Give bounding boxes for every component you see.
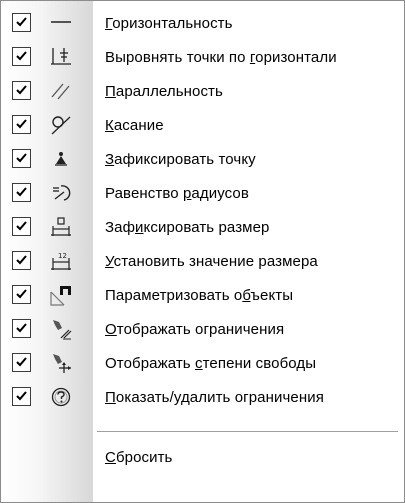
- checkbox[interactable]: [12, 353, 31, 372]
- menu-item-align-points-horizontal[interactable]: Выровнять точки по горизонтали: [1, 41, 404, 75]
- menu-item-label: Горизонтальность: [105, 15, 233, 32]
- menu-item-parametrize-objects[interactable]: Параметризовать объекты: [1, 279, 404, 313]
- menu-item-label: Отображать ограничения: [105, 321, 285, 338]
- menu-item-label: Сбросить: [105, 449, 173, 466]
- constraints-context-menu: Горизонтальность Выровнять точки по гори…: [0, 0, 405, 503]
- menu-item-show-dof[interactable]: Отображать степени свободы: [1, 347, 404, 381]
- menu-item-label: Параметризовать объекты: [105, 287, 294, 304]
- show-delete-constraints-icon: [50, 386, 72, 408]
- parametrize-icon: [50, 284, 72, 306]
- align-points-horizontal-icon: [50, 46, 72, 68]
- menu-item-label: Отображать степени свободы: [105, 355, 317, 372]
- checkbox[interactable]: [12, 149, 31, 168]
- tangency-icon: [50, 114, 72, 136]
- menu-item-label: Установить значение размера: [105, 253, 318, 270]
- menu-item-label: Зафиксировать размер: [105, 219, 270, 236]
- fix-dimension-icon: [50, 216, 72, 238]
- checkbox[interactable]: [12, 183, 31, 202]
- svg-text:12: 12: [58, 252, 67, 260]
- menu-item-set-dimension-value[interactable]: 12 Установить значение размера: [1, 245, 404, 279]
- menu-item-label: Показать/удалить ограничения: [105, 389, 324, 406]
- menu-item-label: Касание: [105, 117, 164, 134]
- checkbox[interactable]: [12, 47, 31, 66]
- menu-item-parallel[interactable]: Параллельность: [1, 75, 404, 109]
- checkbox[interactable]: [12, 285, 31, 304]
- menu-item-label: Выровнять точки по горизонтали: [105, 49, 337, 66]
- checkbox[interactable]: [12, 251, 31, 270]
- fix-point-icon: [50, 148, 72, 170]
- menu-separator: [97, 431, 398, 433]
- checkbox[interactable]: [12, 81, 31, 100]
- menu-item-label: Параллельность: [105, 83, 223, 100]
- menu-item-fix-point[interactable]: Зафиксировать точку: [1, 143, 404, 177]
- set-dimension-value-icon: 12: [50, 250, 72, 272]
- equal-radius-icon: [50, 182, 72, 204]
- checkbox[interactable]: [12, 115, 31, 134]
- menu-item-horizontal[interactable]: Горизонтальность: [1, 7, 404, 41]
- parallel-lines-icon: [50, 80, 72, 102]
- horizontal-line-icon: [50, 12, 72, 34]
- show-dof-icon: [50, 352, 72, 374]
- menu-item-fix-dimension[interactable]: Зафиксировать размер: [1, 211, 404, 245]
- menu-item-tangency[interactable]: Касание: [1, 109, 404, 143]
- menu-item-label: Равенство радиусов: [105, 185, 249, 202]
- checkbox[interactable]: [12, 13, 31, 32]
- menu-item-label: Зафиксировать точку: [105, 151, 256, 168]
- menu-item-show-constraints[interactable]: Отображать ограничения: [1, 313, 404, 347]
- checkbox[interactable]: [12, 319, 31, 338]
- menu-item-equal-radii[interactable]: Равенство радиусов: [1, 177, 404, 211]
- checkbox[interactable]: [12, 217, 31, 236]
- menu-item-show-delete-constraints[interactable]: Показать/удалить ограничения: [1, 381, 404, 415]
- menu-item-reset[interactable]: Сбросить: [1, 441, 404, 475]
- show-constraints-icon: [50, 318, 72, 340]
- checkbox[interactable]: [12, 387, 31, 406]
